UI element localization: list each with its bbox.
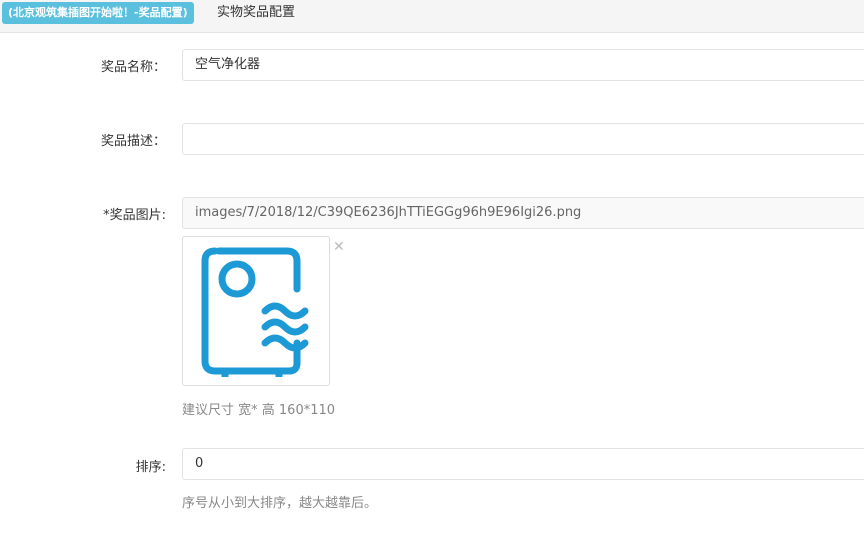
sort-order-input[interactable]: 0 — [182, 448, 864, 480]
page-context-badge: (北京观筑集插图开始啦！-奖品配置) — [2, 2, 194, 24]
sort-order-label: 排序: — [135, 460, 166, 475]
prize-description-label: 奖品描述： — [100, 134, 166, 149]
top-bar: (北京观筑集插图开始啦！-奖品配置) 实物奖品配置 — [0, 0, 864, 33]
close-x-icon[interactable]: ✕ — [333, 240, 345, 254]
prize-image-label: *奖品图片: — [103, 208, 166, 223]
page-title: 实物奖品配置 — [217, 5, 296, 20]
prize-name-label: 奖品名称： — [100, 60, 166, 75]
prize-description-input[interactable] — [182, 123, 864, 155]
prize-image-preview[interactable] — [182, 236, 330, 386]
image-size-hint: 建议尺寸 宽* 高 160*110 — [182, 403, 336, 418]
air-purifier-icon — [201, 247, 309, 377]
prize-name-input[interactable]: 空气净化器 — [182, 49, 864, 81]
prize-image-path-input[interactable]: images/7/2018/12/C39QE6236JhTTiEGGg96h9E… — [182, 197, 864, 229]
sort-order-hint: 序号从小到大排序，越大越靠后。 — [182, 496, 378, 511]
